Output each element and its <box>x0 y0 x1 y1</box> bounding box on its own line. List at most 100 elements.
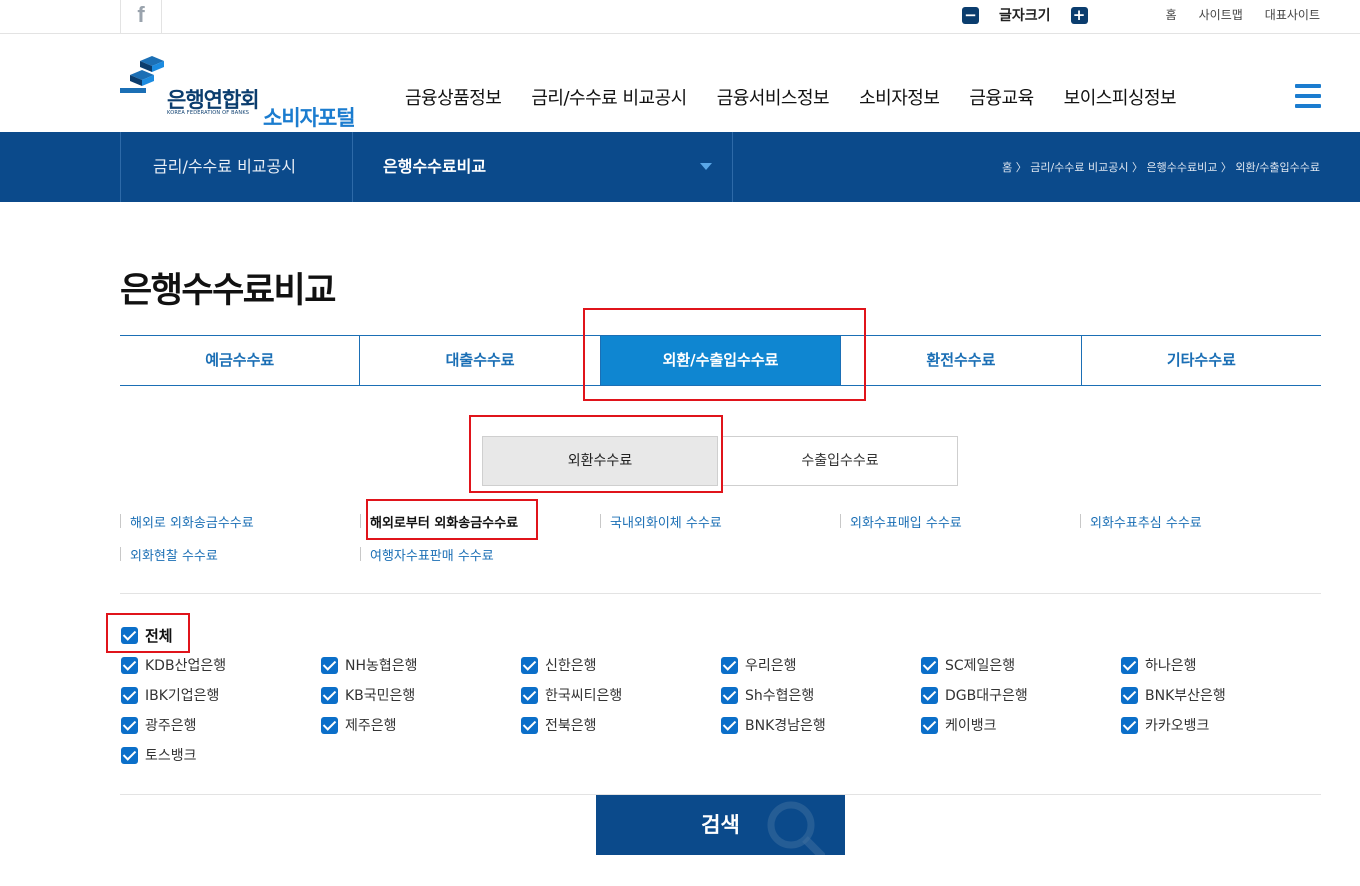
tab-other-fees[interactable]: 기타수수료 <box>1080 336 1321 385</box>
checkbox-checked-icon[interactable] <box>321 686 338 704</box>
checkbox-checked-icon[interactable] <box>321 716 338 734</box>
font-size-label: 글자크기 <box>999 8 1051 24</box>
bank-name: IBK기업은행 <box>145 688 220 704</box>
current-menu-dropdown[interactable]: 은행수수료비교 <box>353 132 733 202</box>
page-title: 은행수수료비교 <box>120 271 336 311</box>
checkbox-checked-icon[interactable] <box>521 686 538 704</box>
checkbox-checked-icon[interactable] <box>321 656 338 674</box>
nav-item-rates[interactable]: 금리/수수료 비교공시 <box>531 84 687 110</box>
checkbox-checked-icon[interactable] <box>1121 686 1138 704</box>
breadcrumb: 홈 〉 금리/수수료 비교공시 〉 은행수수료비교 〉 외환/수출입수수료 <box>1002 161 1320 174</box>
nav-item-products[interactable]: 금융상품정보 <box>405 84 502 110</box>
check-all[interactable]: 전체 <box>121 625 173 646</box>
site-logo[interactable]: 은행연합회 KOREA FEDERATION OF BANKS 소비자포털 <box>120 54 380 130</box>
bank-checkbox[interactable]: 케이뱅크 <box>921 715 997 735</box>
bank-checkbox[interactable]: BNK경남은행 <box>721 715 826 735</box>
bank-checkbox[interactable]: 카카오뱅크 <box>1121 715 1209 735</box>
checkbox-checked-icon[interactable] <box>921 656 938 674</box>
bank-name: BNK경남은행 <box>745 718 826 734</box>
bank-checkbox[interactable]: 광주은행 <box>121 715 197 735</box>
link-fx-check-collection[interactable]: 외화수표추심 수수료 <box>1080 512 1202 531</box>
font-size-control: − 글자크기 + <box>962 5 1088 25</box>
top-links: 홈 사이트맵 대표사이트 <box>1166 6 1320 23</box>
bank-checkbox[interactable]: 우리은행 <box>721 655 797 675</box>
sitemap-link[interactable]: 사이트맵 <box>1199 6 1243 23</box>
link-fx-check-purchase[interactable]: 외화수표매입 수수료 <box>840 512 962 531</box>
tab-loan-fees[interactable]: 대출수수료 <box>359 336 599 385</box>
checkbox-checked-icon[interactable] <box>721 716 738 734</box>
logo-mark-icon <box>120 56 164 93</box>
checkbox-checked-icon[interactable] <box>121 716 138 734</box>
bank-checkbox[interactable]: SC제일은행 <box>921 655 1015 675</box>
bank-name: KDB산업은행 <box>145 658 227 674</box>
site-header: 은행연합회 KOREA FEDERATION OF BANKS 소비자포털 금융… <box>0 34 1360 132</box>
tab-deposit-fees[interactable]: 예금수수료 <box>120 336 359 385</box>
menu-icon[interactable] <box>1295 84 1321 110</box>
bank-checkbox[interactable]: 제주은행 <box>321 715 397 735</box>
toggle-trade-fees[interactable]: 수출입수수료 <box>722 436 958 486</box>
bank-name: 광주은행 <box>145 718 197 734</box>
bank-checkbox[interactable]: 신한은행 <box>521 655 597 675</box>
bank-checkbox[interactable]: KB국민은행 <box>321 685 415 705</box>
nav-item-education[interactable]: 금융교육 <box>969 84 1034 110</box>
bank-name: KB국민은행 <box>345 688 416 704</box>
checkbox-checked-icon[interactable] <box>121 746 138 764</box>
bank-name: 토스뱅크 <box>145 748 197 764</box>
bank-checkbox[interactable]: 토스뱅크 <box>121 745 197 765</box>
fee-tabs: 예금수수료 대출수수료 외환/수출입수수료 환전수수료 기타수수료 <box>120 335 1321 386</box>
bank-checkbox[interactable]: 하나은행 <box>1121 655 1197 675</box>
nav-item-phishing[interactable]: 보이스피싱정보 <box>1064 84 1177 110</box>
search-button-label: 검색 <box>701 813 740 837</box>
link-outward-remittance[interactable]: 해외로 외화송금수수료 <box>120 512 254 531</box>
chevron-down-icon <box>700 163 712 170</box>
main-site-link[interactable]: 대표사이트 <box>1265 6 1320 23</box>
bank-name: 케이뱅크 <box>945 718 997 734</box>
current-menu-label: 은행수수료비교 <box>383 157 487 176</box>
bank-name: 한국씨티은행 <box>545 688 623 704</box>
tab-fx-trade-fees[interactable]: 외환/수출입수수료 <box>599 336 841 385</box>
logo-subtext: KOREA FEDERATION OF BANKS <box>167 110 250 116</box>
font-increase-button[interactable]: + <box>1070 6 1088 24</box>
checkbox-checked-icon[interactable] <box>121 686 138 704</box>
bank-name: BNK부산은행 <box>1145 688 1226 704</box>
checkbox-checked-icon[interactable] <box>1121 716 1138 734</box>
bank-checkbox[interactable]: 한국씨티은행 <box>521 685 622 705</box>
search-icon <box>767 801 825 855</box>
sub-navigation-bar: 금리/수수료 비교공시 은행수수료비교 홈 〉 금리/수수료 비교공시 〉 은행… <box>0 132 1360 202</box>
home-link[interactable]: 홈 <box>1166 6 1177 23</box>
link-fx-cash[interactable]: 외화현찰 수수료 <box>120 545 218 564</box>
search-button[interactable]: 검색 <box>596 795 845 855</box>
divider <box>120 593 1321 594</box>
bank-checkbox[interactable]: DGB대구은행 <box>921 685 1028 705</box>
link-travelers-check[interactable]: 여행자수표판매 수수료 <box>360 545 494 564</box>
facebook-icon[interactable]: f <box>120 0 162 33</box>
checkbox-checked-icon[interactable] <box>121 627 138 644</box>
font-decrease-button[interactable]: − <box>962 6 979 24</box>
checkbox-checked-icon[interactable] <box>921 716 938 734</box>
checkbox-checked-icon[interactable] <box>521 716 538 734</box>
top-utility-bar: f − 글자크기 + 홈 사이트맵 대표사이트 <box>0 0 1360 34</box>
bank-checkbox[interactable]: NH농협은행 <box>321 655 418 675</box>
bank-name: 제주은행 <box>345 718 397 734</box>
nav-item-services[interactable]: 금융서비스정보 <box>717 84 830 110</box>
link-domestic-fx-transfer[interactable]: 국내외화이체 수수료 <box>600 512 722 531</box>
checkbox-checked-icon[interactable] <box>721 686 738 704</box>
tab-exchange-fees[interactable]: 환전수수료 <box>840 336 1080 385</box>
bank-checkbox[interactable]: Sh수협은행 <box>721 685 814 705</box>
checkbox-checked-icon[interactable] <box>921 686 938 704</box>
link-inward-remittance[interactable]: 해외로부터 외화송금수수료 <box>360 512 518 531</box>
toggle-fx-fees[interactable]: 외환수수료 <box>482 436 718 486</box>
section-menu[interactable]: 금리/수수료 비교공시 <box>120 132 353 202</box>
bank-name: 하나은행 <box>1145 658 1197 674</box>
checkbox-checked-icon[interactable] <box>1121 656 1138 674</box>
bank-checkbox[interactable]: BNK부산은행 <box>1121 685 1226 705</box>
checkbox-checked-icon[interactable] <box>121 656 138 674</box>
bank-checkbox[interactable]: 전북은행 <box>521 715 597 735</box>
bank-name: 우리은행 <box>745 658 797 674</box>
main-nav: 금융상품정보 금리/수수료 비교공시 금융서비스정보 소비자정보 금융교육 보이… <box>405 84 1206 110</box>
checkbox-checked-icon[interactable] <box>521 656 538 674</box>
nav-item-consumer[interactable]: 소비자정보 <box>859 84 940 110</box>
bank-checkbox[interactable]: IBK기업은행 <box>121 685 219 705</box>
checkbox-checked-icon[interactable] <box>721 656 738 674</box>
bank-checkbox[interactable]: KDB산업은행 <box>121 655 226 675</box>
